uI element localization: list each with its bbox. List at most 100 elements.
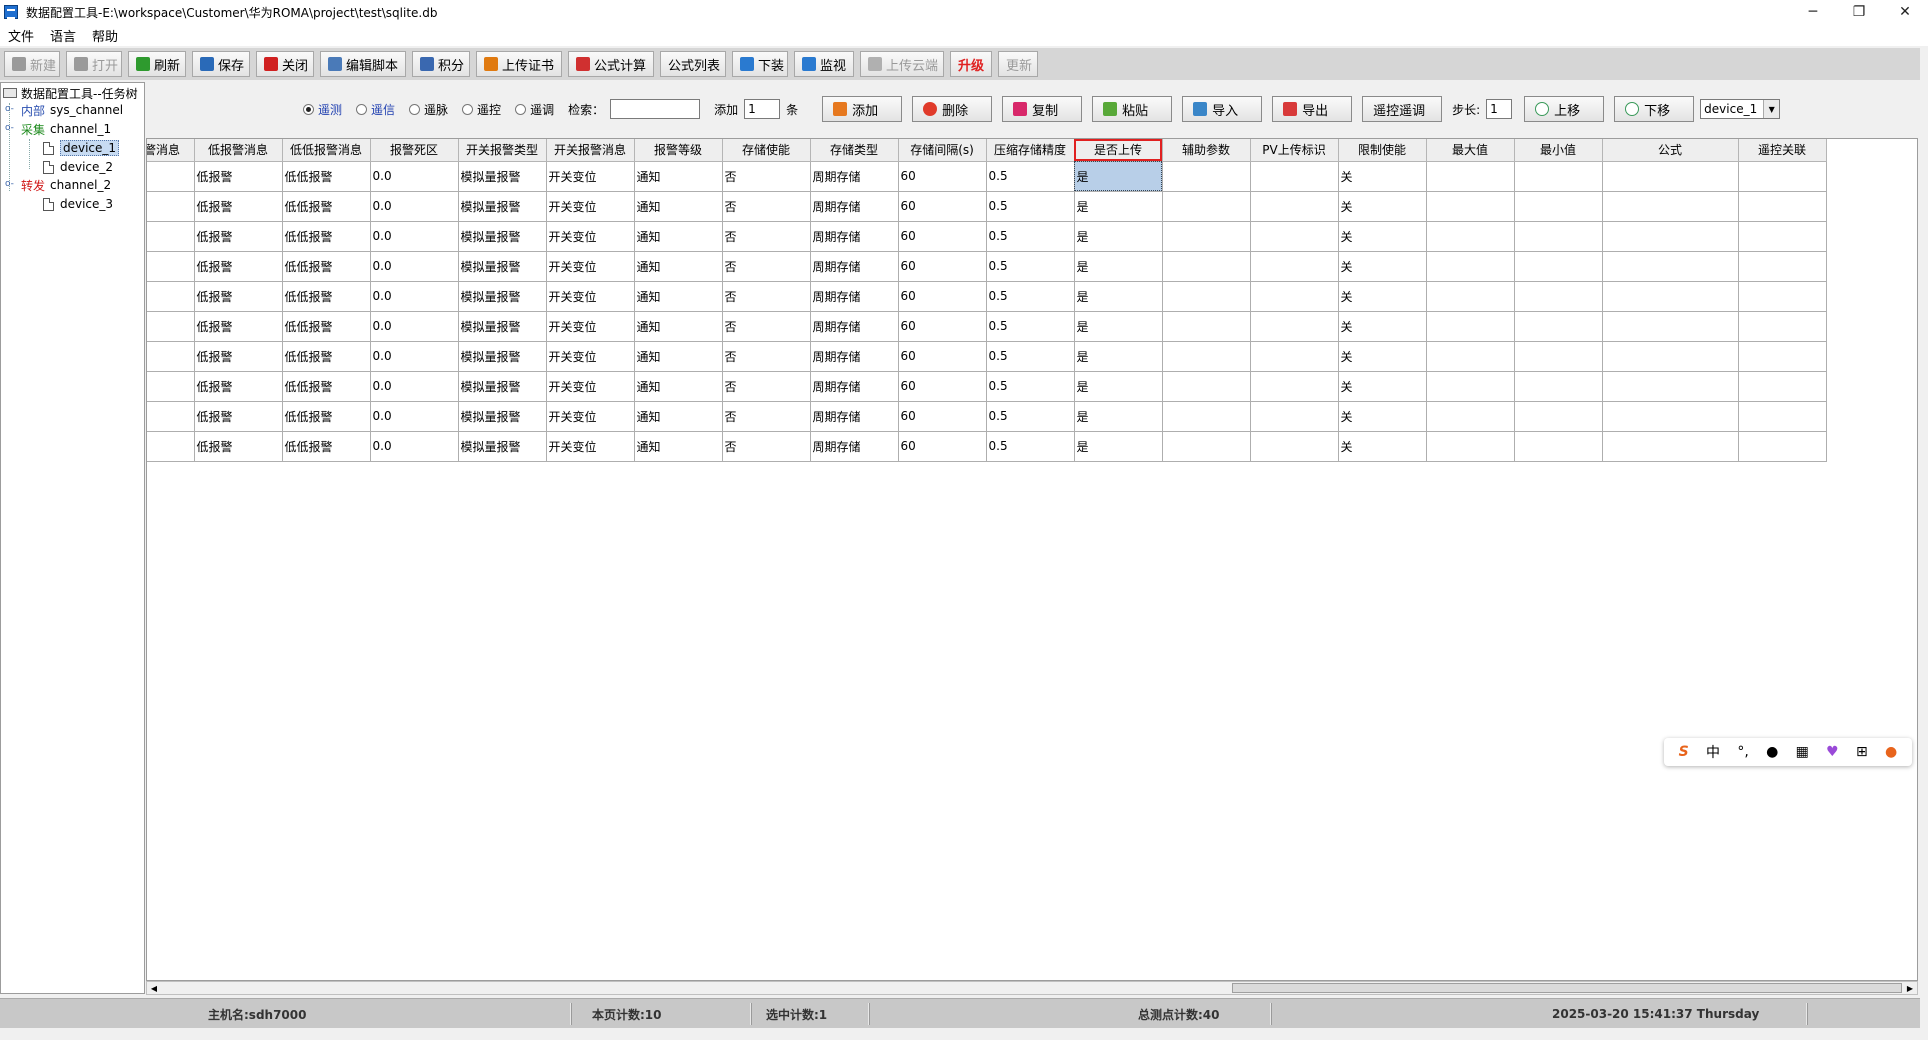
toolbar-button-11[interactable]: 监视 bbox=[794, 51, 854, 77]
import-button[interactable]: 导入 bbox=[1182, 96, 1263, 122]
table-cell[interactable]: 低低报警 bbox=[282, 161, 371, 192]
table-cell[interactable]: 否 bbox=[722, 311, 811, 342]
grid-icon[interactable]: ⊞ bbox=[1856, 744, 1868, 760]
table-cell[interactable] bbox=[1738, 161, 1827, 192]
table-cell[interactable] bbox=[1250, 311, 1339, 342]
table-cell[interactable]: 高报警 bbox=[147, 341, 195, 372]
table-cell[interactable] bbox=[1738, 251, 1827, 282]
column-header[interactable]: 低报警消息 bbox=[194, 139, 283, 162]
table-cell[interactable]: 通知 bbox=[634, 221, 723, 252]
table-cell[interactable]: 低报警 bbox=[194, 191, 283, 222]
table-cell[interactable]: 是 bbox=[1074, 401, 1163, 432]
mic-icon[interactable]: ● bbox=[1766, 744, 1778, 760]
table-cell[interactable]: 周期存储 bbox=[810, 161, 899, 192]
table-cell[interactable]: 否 bbox=[722, 221, 811, 252]
horizontal-scrollbar[interactable]: ◀ ▶ bbox=[146, 981, 1918, 995]
table-cell[interactable]: 0.5 bbox=[986, 161, 1075, 192]
column-header[interactable]: 高报警消息 bbox=[147, 139, 195, 162]
tree-node-device-2[interactable]: device_2 bbox=[43, 158, 113, 176]
ime-punctuation[interactable]: °, bbox=[1737, 744, 1748, 760]
table-cell[interactable]: 周期存储 bbox=[810, 311, 899, 342]
table-cell[interactable]: 开关变位 bbox=[546, 281, 635, 312]
table-cell[interactable]: 60 bbox=[898, 281, 987, 312]
table-cell[interactable] bbox=[1602, 251, 1739, 282]
column-header[interactable]: 报警等级 bbox=[634, 139, 723, 162]
table-cell[interactable]: 开关变位 bbox=[546, 191, 635, 222]
radio-teleadjust[interactable]: 遥调 bbox=[515, 101, 554, 118]
table-cell[interactable]: 低报警 bbox=[194, 221, 283, 252]
column-header[interactable]: 存储类型 bbox=[810, 139, 899, 162]
table-cell[interactable]: 低低报警 bbox=[282, 221, 371, 252]
expand-handle-icon[interactable]: o- bbox=[5, 179, 14, 189]
table-cell[interactable] bbox=[1514, 281, 1603, 312]
toolbar-button-14[interactable]: 更新 bbox=[998, 51, 1038, 77]
table-cell[interactable]: 低报警 bbox=[194, 251, 283, 282]
table-cell[interactable]: 模拟量报警 bbox=[458, 161, 547, 192]
table-cell[interactable]: 0.0 bbox=[370, 221, 459, 252]
table-cell[interactable]: 低低报警 bbox=[282, 281, 371, 312]
table-cell[interactable]: 0.0 bbox=[370, 161, 459, 192]
table-cell[interactable]: 否 bbox=[722, 401, 811, 432]
table-cell[interactable]: 60 bbox=[898, 341, 987, 372]
table-row[interactable]: 警高报警低报警低低报警0.0模拟量报警开关变位通知否周期存储600.5是关 bbox=[147, 251, 1827, 282]
table-cell[interactable]: 否 bbox=[722, 251, 811, 282]
toolbar-button-13[interactable]: 升级 bbox=[950, 51, 992, 77]
table-cell[interactable]: 通知 bbox=[634, 371, 723, 402]
column-header[interactable]: 限制使能 bbox=[1338, 139, 1427, 162]
table-cell[interactable] bbox=[1602, 191, 1739, 222]
scroll-thumb[interactable] bbox=[1232, 983, 1902, 993]
table-cell[interactable]: 否 bbox=[722, 341, 811, 372]
table-cell[interactable]: 低低报警 bbox=[282, 251, 371, 282]
table-cell[interactable]: 关 bbox=[1338, 191, 1427, 222]
table-cell[interactable] bbox=[1514, 251, 1603, 282]
column-header[interactable]: 最小值 bbox=[1514, 139, 1603, 162]
column-header[interactable]: PV上传标识 bbox=[1250, 139, 1339, 162]
table-cell[interactable]: 开关变位 bbox=[546, 251, 635, 282]
table-cell[interactable] bbox=[1514, 311, 1603, 342]
table-cell[interactable]: 模拟量报警 bbox=[458, 221, 547, 252]
table-cell[interactable]: 低低报警 bbox=[282, 341, 371, 372]
table-cell[interactable]: 关 bbox=[1338, 371, 1427, 402]
table-cell[interactable]: 0.5 bbox=[986, 371, 1075, 402]
table-cell[interactable]: 模拟量报警 bbox=[458, 281, 547, 312]
table-cell[interactable]: 高报警 bbox=[147, 401, 195, 432]
ime-chinese-mode[interactable]: 中 bbox=[1706, 742, 1720, 762]
move-up-button[interactable]: 上移 bbox=[1524, 96, 1605, 122]
table-cell[interactable]: 高报警 bbox=[147, 161, 195, 192]
table-cell[interactable] bbox=[1602, 221, 1739, 252]
table-cell[interactable]: 0.5 bbox=[986, 311, 1075, 342]
table-cell[interactable]: 开关变位 bbox=[546, 401, 635, 432]
table-cell[interactable] bbox=[1250, 161, 1339, 192]
column-header[interactable]: 辅助参数 bbox=[1162, 139, 1251, 162]
table-cell[interactable]: 高报警 bbox=[147, 221, 195, 252]
table-cell[interactable]: 60 bbox=[898, 311, 987, 342]
table-cell[interactable] bbox=[1602, 161, 1739, 192]
table-cell[interactable]: 0.0 bbox=[370, 431, 459, 462]
table-cell[interactable] bbox=[1514, 221, 1603, 252]
table-cell[interactable]: 关 bbox=[1338, 161, 1427, 192]
table-cell[interactable]: 0.5 bbox=[986, 191, 1075, 222]
table-cell[interactable]: 高报警 bbox=[147, 371, 195, 402]
step-input[interactable] bbox=[1486, 99, 1513, 119]
radio-telecontrol[interactable]: 遥控 bbox=[462, 101, 501, 118]
column-header[interactable]: 是否上传 bbox=[1074, 139, 1163, 162]
sogou-logo-icon[interactable]: S bbox=[1679, 744, 1689, 760]
menu-help[interactable]: 帮助 bbox=[84, 26, 126, 45]
column-header[interactable]: 开关报警类型 bbox=[458, 139, 547, 162]
table-cell[interactable]: 模拟量报警 bbox=[458, 431, 547, 462]
toolbar-button-7[interactable]: 上传证书 bbox=[476, 51, 562, 77]
table-row[interactable]: 警高报警低报警低低报警0.0模拟量报警开关变位通知否周期存储600.5是关 bbox=[147, 221, 1827, 252]
table-cell[interactable]: 60 bbox=[898, 371, 987, 402]
tree-node-forward[interactable]: 转发 channel_2 bbox=[21, 176, 111, 194]
table-cell[interactable] bbox=[1162, 251, 1251, 282]
table-cell[interactable]: 0.5 bbox=[986, 341, 1075, 372]
table-row[interactable]: 警高报警低报警低低报警0.0模拟量报警开关变位通知否周期存储600.5是关 bbox=[147, 191, 1827, 222]
table-cell[interactable]: 低报警 bbox=[194, 371, 283, 402]
restore-button[interactable]: ❐ bbox=[1836, 0, 1882, 24]
table-cell[interactable]: 开关变位 bbox=[546, 371, 635, 402]
column-header[interactable]: 开关报警消息 bbox=[546, 139, 635, 162]
table-cell[interactable]: 关 bbox=[1338, 221, 1427, 252]
keyboard-icon[interactable]: ▦ bbox=[1796, 744, 1809, 760]
table-cell[interactable]: 低报警 bbox=[194, 401, 283, 432]
table-cell[interactable]: 60 bbox=[898, 431, 987, 462]
